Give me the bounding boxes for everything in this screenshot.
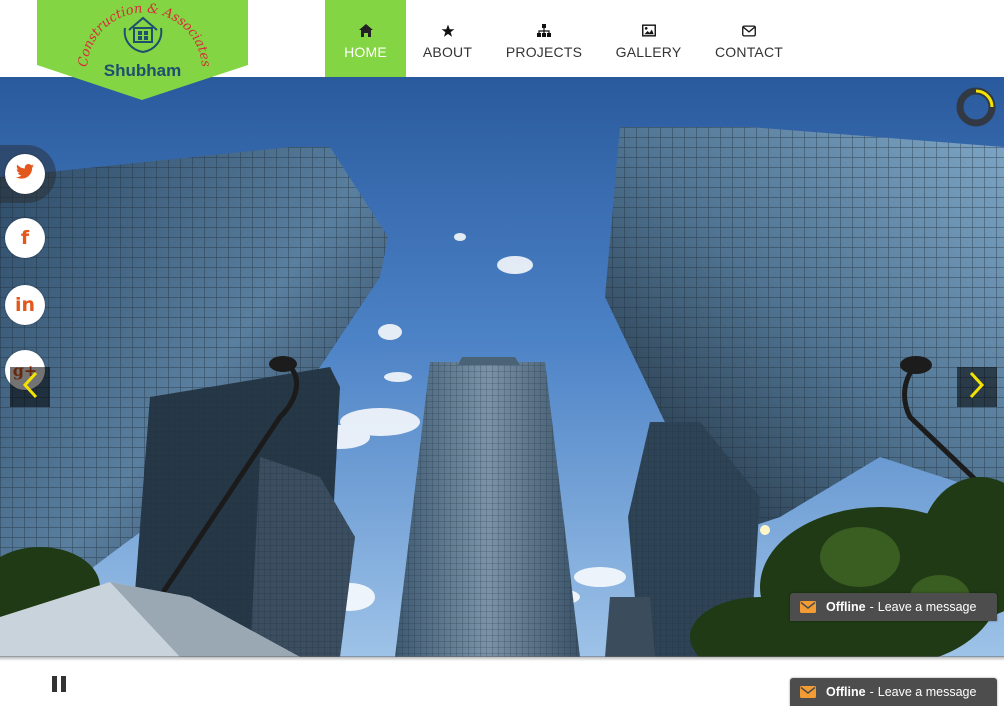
nav-label: HOME	[344, 43, 387, 60]
nav-item-about[interactable]: ABOUT	[406, 0, 489, 77]
pause-button[interactable]	[52, 676, 68, 692]
slider-next-button[interactable]	[957, 367, 997, 407]
chat-separator: -	[869, 685, 874, 699]
nav-label: ABOUT	[422, 43, 473, 60]
main-nav: HOME ABOUT PROJECTS GALLERY CONTACT	[325, 0, 800, 77]
skyscrapers-photo	[0, 77, 1004, 657]
home-icon	[358, 24, 373, 38]
chat-offline-tab[interactable]: Offline - Leave a message	[790, 678, 997, 706]
chat-offline-tab[interactable]: Offline - Leave a message	[790, 593, 997, 621]
logo-name: Shubham	[103, 61, 182, 80]
picture-icon	[641, 24, 656, 38]
star-icon	[441, 24, 455, 38]
slider-prev-button[interactable]	[10, 367, 50, 407]
page: HOME ABOUT PROJECTS GALLERY CONTACT Cons…	[0, 0, 1004, 706]
site-logo[interactable]: Construction & Associates Shubham	[37, 0, 248, 100]
pause-icon	[52, 676, 57, 692]
hero-slider	[0, 77, 1004, 657]
envelope-icon	[742, 24, 756, 38]
facebook-icon: f	[20, 227, 30, 249]
nav-label: PROJECTS	[505, 43, 583, 60]
facebook-button[interactable]: f	[5, 218, 45, 258]
pause-icon-bar	[61, 676, 66, 692]
chat-status: Offline	[826, 600, 866, 614]
chevron-right-icon	[969, 371, 985, 404]
nav-item-projects[interactable]: PROJECTS	[489, 0, 599, 77]
twitter-icon	[16, 164, 34, 184]
envelope-icon	[800, 601, 816, 613]
loading-ring-icon	[955, 86, 997, 128]
linkedin-button[interactable]: in	[5, 285, 45, 325]
sitemap-icon	[537, 24, 551, 38]
nav-item-gallery[interactable]: GALLERY	[599, 0, 698, 77]
chat-message: Leave a message	[877, 600, 977, 614]
linkedin-icon: in	[14, 294, 36, 316]
chevron-left-icon	[22, 371, 38, 404]
nav-label: CONTACT	[714, 43, 784, 60]
envelope-icon	[800, 686, 816, 698]
nav-item-contact[interactable]: CONTACT	[698, 0, 800, 77]
nav-item-home[interactable]: HOME	[325, 0, 406, 77]
twitter-button[interactable]	[5, 154, 45, 194]
hero-bottom-shadow	[0, 656, 1004, 661]
chat-separator: -	[869, 600, 874, 614]
chat-status: Offline	[826, 685, 866, 699]
chat-message: Leave a message	[877, 685, 977, 699]
nav-label: GALLERY	[615, 43, 682, 60]
